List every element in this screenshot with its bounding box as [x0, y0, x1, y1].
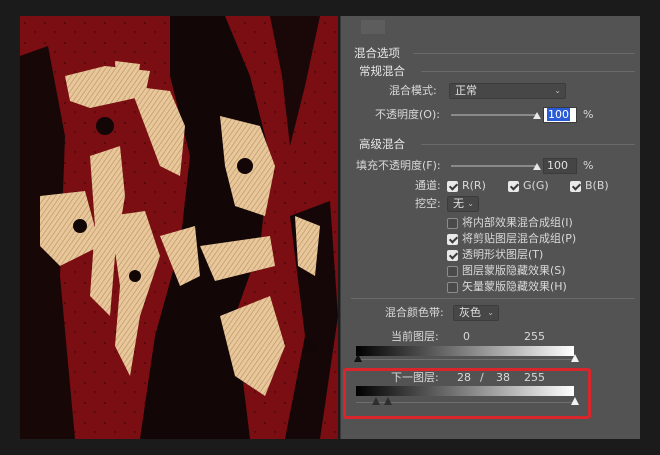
this-layer-white-thumb[interactable] [571, 354, 579, 362]
artwork-canvas [20, 16, 338, 439]
opacity-slider[interactable] [451, 114, 537, 116]
transparency-shapes-checkbox[interactable] [447, 250, 458, 261]
this-layer-black-value: 0 [463, 330, 470, 343]
channels-label: 通道: [415, 179, 441, 192]
artwork-image [20, 16, 338, 439]
title-divider [413, 53, 635, 54]
knockout-label: 挖空: [415, 197, 441, 210]
advanced-blending-heading: 高级混合 [359, 137, 405, 151]
fill-opacity-slider-thumb[interactable] [533, 163, 541, 170]
vector-mask-hides-checkbox[interactable] [447, 282, 458, 293]
this-layer-white-value: 255 [524, 330, 545, 343]
blend-interior-effects-checkbox[interactable] [447, 218, 458, 229]
general-blending-heading: 常规混合 [359, 64, 405, 78]
blend-if-divider [351, 298, 635, 299]
channel-g-checkbox[interactable] [508, 181, 519, 192]
blend-if-dropdown[interactable]: 灰色 ⌄ [453, 305, 499, 321]
blend-clipped-layers-checkbox[interactable] [447, 234, 458, 245]
opacity-slider-thumb[interactable] [533, 112, 541, 119]
fill-opacity-slider[interactable] [451, 165, 537, 167]
opacity-unit: % [583, 108, 594, 121]
blend-interior-effects-label: 将内部效果混合成组(I) [462, 216, 573, 229]
chevron-down-icon: ⌄ [467, 199, 474, 208]
blend-clipped-layers-label: 将剪贴图层混合成组(P) [462, 232, 577, 245]
general-divider [421, 71, 635, 72]
transparency-shapes-label: 透明形状图层(T) [462, 248, 544, 261]
fill-opacity-label: 填充不透明度(F): [356, 159, 441, 172]
panel-tab[interactable] [361, 20, 385, 34]
opacity-input[interactable]: 100 [543, 107, 577, 123]
channel-g-label: G(G) [523, 179, 549, 192]
blend-mode-value: 正常 [455, 84, 477, 97]
this-layer-black-thumb[interactable] [354, 354, 362, 362]
fill-opacity-input[interactable]: 100 [543, 158, 577, 174]
layer-mask-hides-label: 图层蒙版隐藏效果(S) [462, 264, 566, 277]
channel-r-checkbox[interactable] [447, 181, 458, 192]
advanced-divider [421, 144, 635, 145]
chevron-down-icon: ⌄ [554, 86, 561, 95]
fill-opacity-unit: % [583, 159, 594, 172]
this-layer-label: 当前图层: [391, 330, 439, 343]
channel-r-label: R(R) [462, 179, 486, 192]
opacity-label: 不透明度(O): [375, 108, 440, 121]
channel-b-label: B(B) [585, 179, 609, 192]
blending-options-title: 混合选项 [354, 46, 400, 60]
this-layer-slider-track [356, 359, 574, 360]
blend-mode-label: 混合模式: [389, 84, 437, 97]
highlight-box [343, 368, 591, 419]
knockout-dropdown[interactable]: 无 ⌄ [447, 196, 479, 212]
blend-if-label: 混合颜色带: [385, 306, 444, 319]
vector-mask-hides-label: 矢量蒙版隐藏效果(H) [462, 280, 567, 293]
knockout-value: 无 [453, 197, 464, 210]
layer-mask-hides-checkbox[interactable] [447, 266, 458, 277]
this-layer-gradient-bar[interactable] [356, 346, 574, 356]
blend-if-value: 灰色 [459, 306, 481, 319]
blend-mode-dropdown[interactable]: 正常 ⌄ [449, 83, 566, 99]
chevron-down-icon: ⌄ [487, 308, 494, 317]
channel-b-checkbox[interactable] [570, 181, 581, 192]
